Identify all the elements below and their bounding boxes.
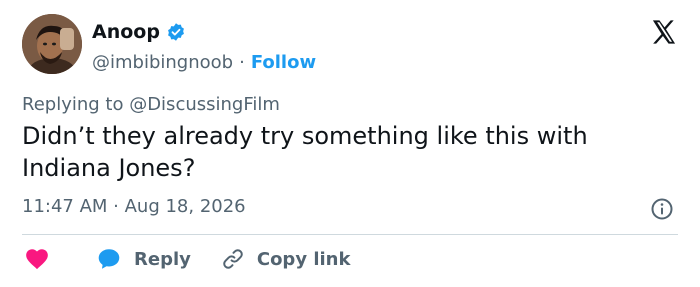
reply-bubble-icon bbox=[98, 249, 120, 269]
separator-dot: · bbox=[239, 51, 245, 73]
like-button[interactable] bbox=[24, 246, 50, 272]
link-icon bbox=[223, 249, 243, 269]
verified-badge-icon bbox=[168, 23, 184, 41]
copy-link-label: Copy link bbox=[256, 248, 351, 270]
heart-icon bbox=[26, 249, 48, 270]
replying-to-line: Replying to @DiscussingFilm bbox=[22, 94, 280, 115]
avatar-image bbox=[22, 14, 82, 74]
info-icon[interactable] bbox=[650, 197, 674, 221]
author-handle[interactable]: @imbibingnoob bbox=[92, 52, 233, 73]
x-logo-icon[interactable] bbox=[650, 18, 678, 46]
tweet-text: Didn’t they already try something like t… bbox=[22, 122, 588, 182]
name-row: Anoop bbox=[92, 18, 316, 46]
reply-label: Reply bbox=[134, 248, 191, 270]
author-block: Anoop @imbibingnoob · Follow bbox=[92, 18, 316, 76]
reply-button[interactable]: Reply bbox=[96, 246, 191, 272]
handle-row: @imbibingnoob · Follow bbox=[92, 48, 316, 76]
follow-button[interactable]: Follow bbox=[251, 52, 316, 73]
action-bar: Reply Copy link bbox=[22, 246, 350, 272]
avatar[interactable] bbox=[22, 14, 82, 74]
tweet-card: Anoop @imbibingnoob · Follow Replying to… bbox=[0, 0, 700, 287]
tweet-timestamp[interactable]: 11:47 AM · Aug 18, 2026 bbox=[22, 196, 246, 217]
copy-link-button[interactable]: Copy link bbox=[221, 247, 351, 271]
divider bbox=[22, 234, 678, 235]
author-name[interactable]: Anoop bbox=[92, 21, 160, 43]
